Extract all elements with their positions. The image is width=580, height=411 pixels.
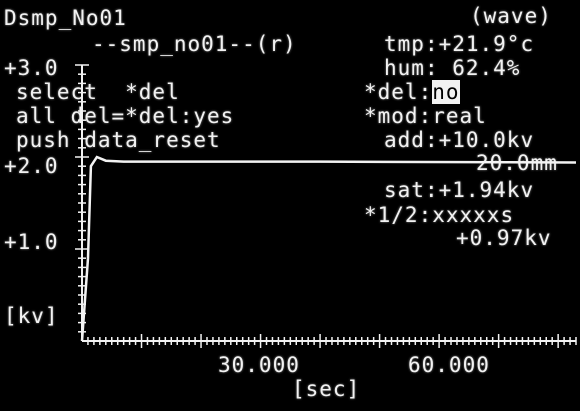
half-value-reading: +0.97kv: [456, 226, 552, 250]
tmp-reading: tmp:+21.9°c: [384, 32, 535, 56]
lcd-screen: Dsmp_No01 (wave) --smp_no01--(r) tmp:+21…: [0, 0, 580, 411]
y-tick-label-3: +3.0: [4, 56, 59, 80]
menu-push-reset[interactable]: push data_reset: [16, 130, 221, 151]
tmp-label: tmp: [384, 32, 425, 56]
mode-indicator: (wave): [470, 4, 552, 28]
hum-label: hum: [384, 56, 425, 80]
sat-reading: sat:+1.94kv: [384, 178, 535, 202]
add-reading: add:+10.0kv: [384, 128, 535, 152]
half-label: *1/2: [364, 203, 419, 227]
mod-value: real: [432, 104, 487, 128]
menu-del[interactable]: *del:no: [364, 80, 460, 104]
all-del-label: all del=*del: [16, 104, 180, 128]
del-value[interactable]: no: [432, 80, 460, 104]
sat-label: sat: [384, 178, 425, 202]
all-del-value: yes: [193, 104, 235, 128]
add-label: add: [384, 128, 425, 152]
add-value: +10.0kv: [438, 128, 535, 152]
mod-label: *mod: [364, 104, 419, 128]
x-tick-label-30: 30.000: [218, 353, 300, 377]
sat-value: +1.94kv: [438, 178, 535, 202]
menu-all-del[interactable]: all del=*del:yes: [16, 106, 234, 127]
tmp-value: +21.9°c: [438, 32, 535, 56]
x-axis-label: [sec]: [292, 377, 361, 401]
y-tick-label-1: +1.0: [4, 230, 59, 254]
menu-mod[interactable]: *mod:real: [364, 106, 487, 127]
x-tick-label-60: 60.000: [408, 353, 490, 377]
distance-reading: 20.0mm: [476, 151, 558, 175]
y-tick-label-2: +2.0: [4, 154, 59, 178]
hum-reading: hum: 62.4%: [384, 56, 521, 80]
half-value: xxxxxs: [432, 203, 515, 227]
sample-title: --smp_no01--(r): [92, 32, 297, 56]
file-name: Dsmp_No01: [4, 6, 127, 30]
del-label: *del: [364, 80, 419, 104]
menu-select[interactable]: select *del: [16, 82, 180, 103]
hum-value: 62.4%: [438, 56, 521, 80]
half-time-reading: *1/2:xxxxxs: [364, 203, 515, 227]
y-axis-label: [kv]: [4, 304, 59, 328]
